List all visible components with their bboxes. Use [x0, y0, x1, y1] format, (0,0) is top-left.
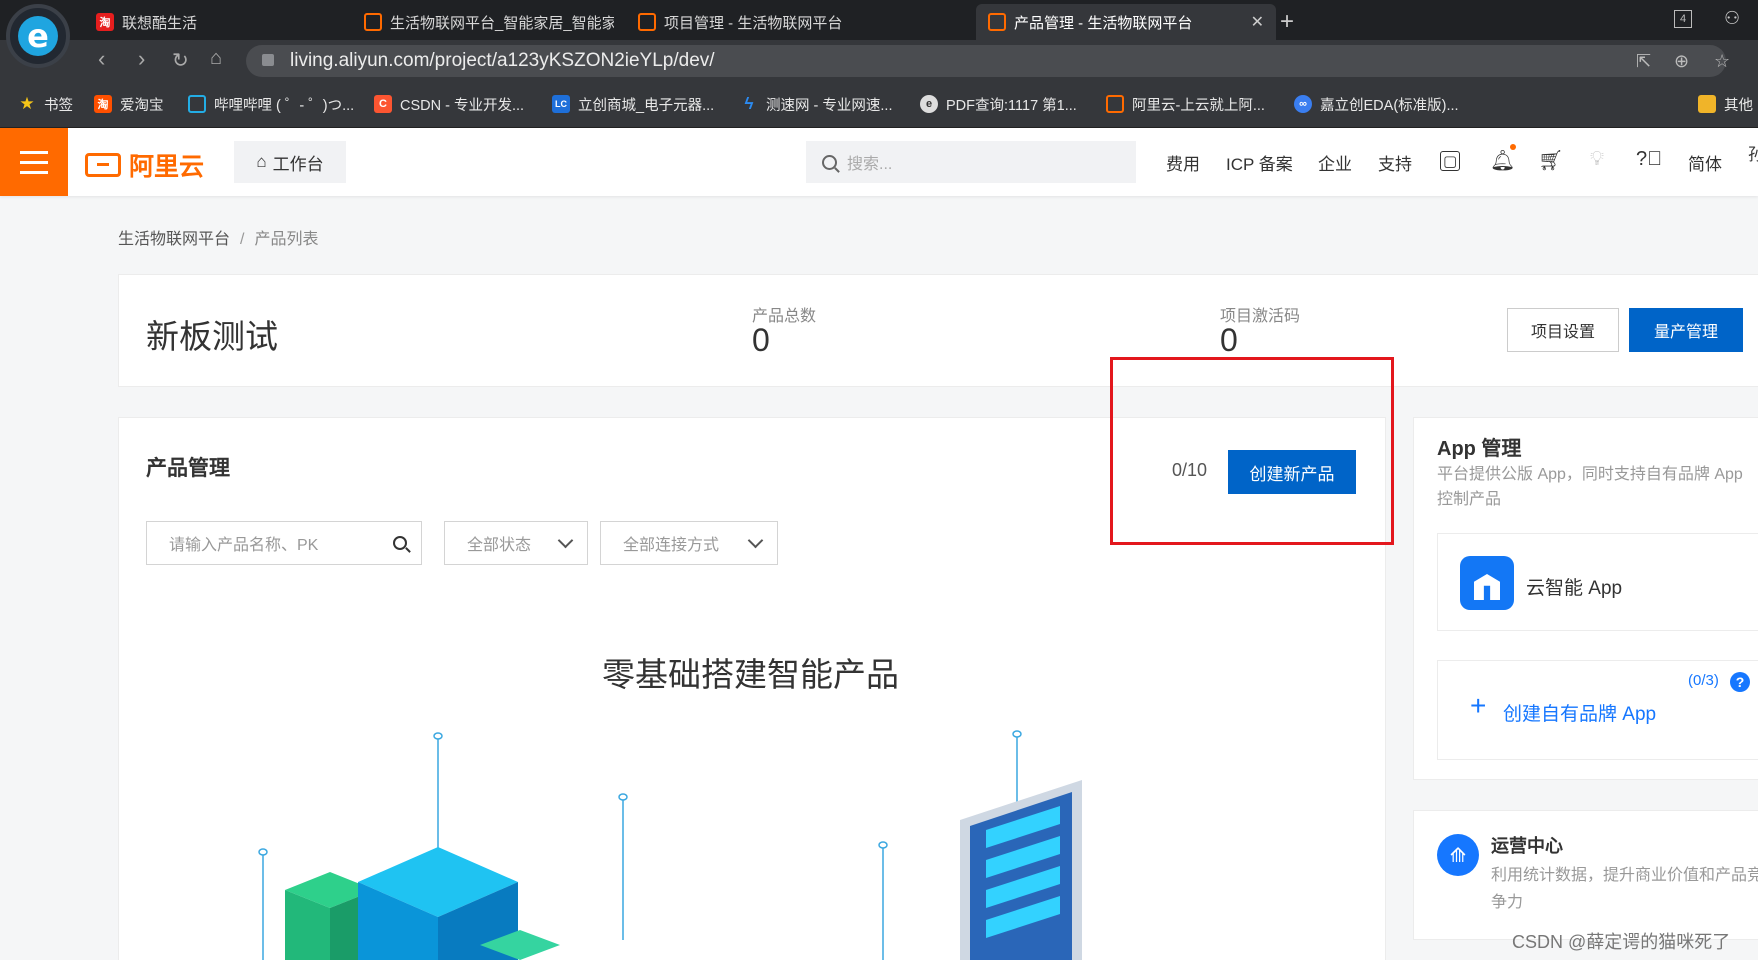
watermark-text: CSDN @薛定谔的猫咪死了 [1512, 932, 1731, 952]
tab-lenovo[interactable]: 淘 联想酷生活 [84, 4, 340, 40]
speedtest-icon: ϟ [744, 94, 754, 113]
aliyun-icon [638, 13, 656, 31]
ops-desc: 利用统计数据，提升商业价值和产品竞争力 [1491, 867, 1758, 911]
tab-title: 生活物联网平台_智能家居_智能家电 [390, 14, 614, 32]
tab-product-mgmt[interactable]: 产品管理 - 生活物联网平台 ✕ [976, 4, 1276, 40]
taobao-icon: 淘 [94, 95, 112, 113]
forward-icon[interactable]: › [138, 46, 145, 72]
red-store-icon: 淘 [96, 13, 114, 31]
menu-icon[interactable] [0, 128, 68, 196]
bookmark-item[interactable]: ∞ 嘉立创EDA(标准版)... [1294, 80, 1459, 128]
lock-icon [262, 54, 274, 66]
connection-select[interactable]: 全部连接方式 [600, 521, 778, 565]
status-select[interactable]: 全部状态 [444, 521, 588, 565]
project-title: 新板测试 [146, 318, 278, 355]
section-title: 产品管理 [146, 457, 230, 480]
breadcrumb-root[interactable]: 生活物联网平台 [118, 231, 230, 248]
bookmark-item[interactable]: e PDF查询:1117 第1... [920, 80, 1077, 128]
reload-icon[interactable]: ↻ [172, 48, 189, 73]
back-icon[interactable]: ‹ [98, 46, 105, 72]
search-icon[interactable] [393, 536, 407, 550]
profile-icon[interactable]: ⚇ [1724, 8, 1740, 29]
aliyun-icon [364, 13, 382, 31]
brand-app-count: (0/3) [1688, 672, 1719, 689]
aliyun-icon [85, 153, 121, 177]
workbench-button[interactable]: ⌂ 工作台 [234, 141, 346, 183]
lang-switch[interactable]: 简体 [1688, 150, 1722, 175]
nav-support[interactable]: 支持 [1378, 150, 1412, 175]
empty-state-illustration [258, 730, 1082, 960]
star-icon: ★ [19, 94, 35, 113]
home-icon: ⌂ [256, 152, 267, 171]
bookmark-item[interactable]: 哔哩哔哩 ( ゜- ゜)つ... [188, 80, 354, 128]
stat-value: 0 [1220, 322, 1238, 358]
breadcrumb-separator: / [240, 231, 245, 248]
bookmark-item[interactable]: C CSDN - 专业开发... [374, 80, 524, 128]
bookmark-item[interactable]: ϟ 测速网 - 专业网速... [740, 80, 893, 128]
bookmark-item[interactable]: 淘爱淘宝 [94, 80, 164, 128]
bookmark-item[interactable]: 阿里云-上云就上阿... [1106, 80, 1265, 128]
help-icon[interactable]: ? [1730, 672, 1750, 692]
chevron-down-icon [557, 532, 574, 549]
url-text[interactable]: living.aliyun.com/project/a123yKSZON2ieY… [290, 50, 715, 72]
bilibili-icon [188, 95, 206, 113]
nav-billing[interactable]: 费用 [1166, 150, 1200, 175]
ops-title: 运营中心 [1491, 836, 1563, 856]
app-panel-desc: 平台提供公版 App，同时支持自有品牌 App 控制产品 [1437, 466, 1743, 508]
product-search-input[interactable]: 请输入产品名称、PK [146, 521, 422, 565]
lc-icon: LC [552, 95, 570, 113]
annotation-highlight-box [1110, 357, 1394, 545]
folder-icon [1698, 95, 1716, 113]
tab-title: 产品管理 - 生活物联网平台 [1014, 14, 1193, 32]
project-settings-button[interactable]: 项目设置 [1507, 308, 1619, 352]
eda-icon: ∞ [1294, 95, 1312, 113]
mass-production-button[interactable]: 量产管理 [1629, 308, 1743, 352]
cart-icon[interactable]: 🛒︎ [1538, 148, 1563, 173]
new-tab-icon[interactable]: + [1280, 8, 1294, 36]
csdn-icon: C [374, 95, 392, 113]
app-icon[interactable]: ▢ [1440, 151, 1461, 171]
aliyun-logo[interactable]: 阿里云 [85, 147, 204, 183]
bell-icon[interactable]: 🔔︎ [1490, 148, 1515, 173]
notification-dot [1510, 144, 1516, 150]
bookmark-item[interactable]: ★ 书签 [18, 80, 73, 128]
share-icon[interactable]: ⇱ [1636, 51, 1651, 72]
tab-living-home[interactable]: 生活物联网平台_智能家居_智能家电 [352, 4, 614, 40]
breadcrumb-current: 产品列表 [254, 231, 319, 248]
tab-title: 项目管理 - 生活物联网平台 [664, 14, 843, 32]
close-tab-icon[interactable]: ✕ [1251, 12, 1264, 32]
create-brand-app-link[interactable]: 创建自有品牌 App [1503, 699, 1656, 726]
bookmark-item[interactable]: LC 立创商城_电子元器... [552, 80, 714, 128]
pdf-icon: e [920, 95, 938, 113]
user-edge-text[interactable]: 孙 [1748, 140, 1758, 165]
bookmark-item[interactable]: 其他 [1698, 80, 1753, 128]
tab-count-badge[interactable]: 4 [1674, 10, 1692, 28]
browser-logo-icon[interactable]: e [6, 4, 70, 68]
tab-title: 联想酷生活 [122, 14, 198, 32]
bookmark-star-icon[interactable]: ☆ [1714, 51, 1730, 72]
plus-icon[interactable]: + [1470, 690, 1486, 722]
stat-value: 0 [752, 322, 770, 358]
lightbulb-icon[interactable]: 💡︎ [1590, 148, 1604, 171]
aliyun-icon [988, 13, 1006, 31]
smart-app-label: 云智能 App [1526, 578, 1623, 599]
help-circle-icon[interactable]: ?⃝ [1636, 148, 1662, 171]
search-input[interactable]: 搜索... [806, 141, 1136, 183]
chevron-down-icon [747, 532, 764, 549]
smart-app-icon [1460, 556, 1514, 610]
home-icon[interactable]: ⌂ [210, 47, 222, 70]
search-icon [822, 154, 837, 170]
empty-state-title: 零基础搭建智能产品 [602, 656, 899, 693]
breadcrumb: 生活物联网平台 / 产品列表 [118, 225, 318, 249]
nav-enterprise[interactable]: 企业 [1318, 150, 1352, 175]
app-panel-title: App 管理 [1437, 438, 1522, 460]
tab-project-mgmt[interactable]: 项目管理 - 生活物联网平台 [626, 4, 888, 40]
nav-icp[interactable]: ICP 备案 [1226, 150, 1293, 175]
zoom-icon[interactable]: ⊕ [1674, 51, 1689, 72]
aliyun-icon [1106, 95, 1124, 113]
ops-chart-icon: ⟰ [1437, 834, 1479, 876]
